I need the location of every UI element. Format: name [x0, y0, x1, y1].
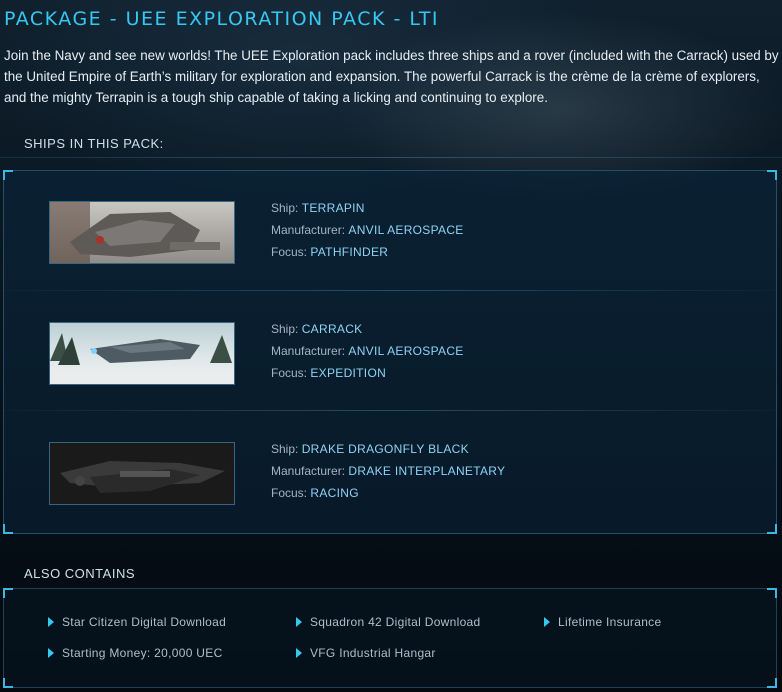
- bullet-arrow-icon: [296, 648, 302, 658]
- ship-row: Ship: TERRAPIN Manufacturer: ANVIL AEROS…: [4, 171, 776, 291]
- contains-item-label: Starting Money: 20,000 UEC: [62, 646, 223, 660]
- ship-name[interactable]: TERRAPIN: [302, 201, 365, 215]
- contains-item-label: VFG Industrial Hangar: [310, 646, 436, 660]
- manufacturer-label: Manufacturer:: [271, 344, 346, 358]
- divider: [0, 157, 782, 158]
- corner-marker: [767, 588, 777, 598]
- corner-marker: [3, 588, 13, 598]
- manufacturer-label: Manufacturer:: [271, 464, 346, 478]
- corner-marker: [3, 678, 13, 688]
- ship-info: Ship: DRAKE DRAGONFLY BLACK Manufacturer…: [271, 438, 505, 504]
- contains-item-label: Star Citizen Digital Download: [62, 615, 227, 629]
- ship-info: Ship: CARRACK Manufacturer: ANVIL AEROSP…: [271, 318, 464, 384]
- ship-name[interactable]: CARRACK: [302, 322, 363, 336]
- ship-row: Ship: DRAKE DRAGONFLY BLACK Manufacturer…: [4, 411, 776, 531]
- manufacturer-name[interactable]: ANVIL AEROSPACE: [348, 344, 463, 358]
- ship-image-terrapin[interactable]: [49, 201, 235, 264]
- ship-label: Ship:: [271, 322, 299, 336]
- focus-label: Focus:: [271, 486, 308, 500]
- contains-item-label: Lifetime Insurance: [558, 615, 662, 629]
- contains-item: Starting Money: 20,000 UEC: [48, 646, 223, 660]
- focus-value: PATHFINDER: [310, 245, 389, 259]
- bullet-arrow-icon: [48, 648, 54, 658]
- ship-image-carrack[interactable]: [49, 322, 235, 385]
- ship-info: Ship: TERRAPIN Manufacturer: ANVIL AEROS…: [271, 197, 464, 263]
- ship-row: Ship: CARRACK Manufacturer: ANVIL AEROSP…: [4, 291, 776, 411]
- ship-image-dragonfly[interactable]: [49, 442, 235, 505]
- ships-section-label: SHIPS IN THIS PACK:: [24, 136, 164, 151]
- also-contains-label: ALSO CONTAINS: [24, 566, 136, 581]
- ship-name[interactable]: DRAKE DRAGONFLY BLACK: [302, 442, 469, 456]
- ship-label: Ship:: [271, 442, 299, 456]
- focus-label: Focus:: [271, 366, 308, 380]
- manufacturer-name[interactable]: DRAKE INTERPLANETARY: [348, 464, 505, 478]
- package-title: PACKAGE - UEE EXPLORATION PACK - LTI: [4, 8, 440, 30]
- package-description: Join the Navy and see new worlds! The UE…: [4, 48, 779, 105]
- bullet-arrow-icon: [48, 617, 54, 627]
- corner-marker: [767, 678, 777, 688]
- contains-item: VFG Industrial Hangar: [296, 646, 436, 660]
- manufacturer-label: Manufacturer:: [271, 223, 346, 237]
- contains-item: Star Citizen Digital Download: [48, 615, 226, 629]
- ships-panel: Ship: TERRAPIN Manufacturer: ANVIL AEROS…: [3, 170, 777, 534]
- also-contains-panel: Star Citizen Digital Download Squadron 4…: [3, 588, 777, 688]
- focus-value: EXPEDITION: [310, 366, 387, 380]
- contains-item-label: Squadron 42 Digital Download: [310, 615, 481, 629]
- focus-value: RACING: [310, 486, 359, 500]
- focus-label: Focus:: [271, 245, 308, 259]
- bullet-arrow-icon: [544, 617, 550, 627]
- bullet-arrow-icon: [296, 617, 302, 627]
- contains-item: Lifetime Insurance: [544, 615, 661, 629]
- ship-label: Ship:: [271, 201, 299, 215]
- manufacturer-name[interactable]: ANVIL AEROSPACE: [348, 223, 463, 237]
- contains-item: Squadron 42 Digital Download: [296, 615, 481, 629]
